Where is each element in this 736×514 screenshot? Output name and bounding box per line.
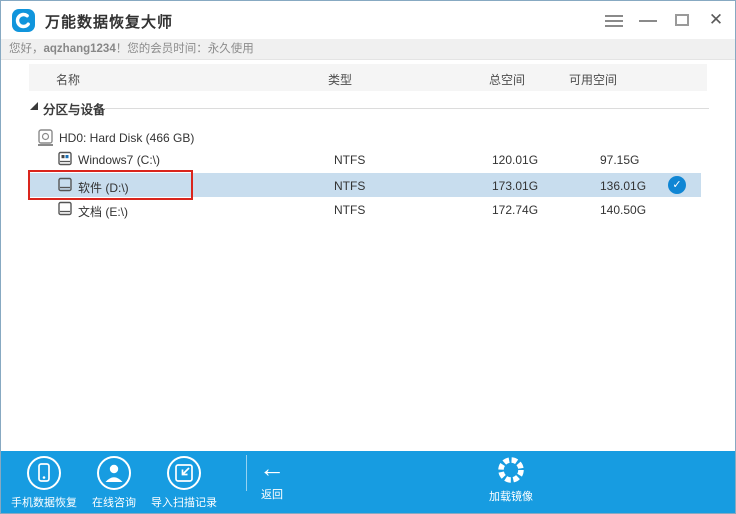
partition-row-c[interactable]: Windows7 (C:\) NTFS 120.01G 97.15G bbox=[29, 147, 701, 171]
close-icon[interactable]: ✕ bbox=[699, 1, 733, 39]
back-arrow-icon: ← bbox=[243, 453, 301, 483]
action-label: 在线咨询 bbox=[76, 494, 152, 510]
group-divider bbox=[103, 108, 709, 109]
username: aqzhang1234 bbox=[44, 43, 116, 55]
partition-row-d-selected[interactable]: 软件 (D:\) NTFS 173.01G 136.01G ✓ bbox=[29, 173, 701, 197]
maximize-icon[interactable] bbox=[665, 1, 699, 39]
title-bar: 万能数据恢复大师 ✕ bbox=[1, 1, 735, 39]
partition-type: NTFS bbox=[334, 179, 365, 193]
drive-icon bbox=[57, 201, 73, 222]
partition-free: 140.50G bbox=[600, 203, 646, 217]
col-header-free: 可用空间 bbox=[569, 71, 617, 88]
import-scan-record-button[interactable]: 导入扫描记录 bbox=[146, 456, 222, 510]
online-support-button[interactable]: 在线咨询 bbox=[76, 456, 152, 510]
minimize-icon[interactable] bbox=[631, 1, 665, 39]
system-drive-icon bbox=[57, 151, 73, 172]
partition-name: 文档 (E:\) bbox=[78, 203, 128, 220]
partition-free: 97.15G bbox=[600, 153, 639, 167]
tree-expand-icon[interactable] bbox=[30, 102, 38, 110]
phone-recovery-button[interactable]: 手机数据恢复 bbox=[6, 456, 82, 510]
app-window: 万能数据恢复大师 ✕ 您好，aqzhang1234！您的会员时间：永久使用 名称… bbox=[0, 0, 736, 514]
partition-total: 120.01G bbox=[492, 153, 538, 167]
greeting-prefix: 您好， bbox=[9, 43, 44, 55]
phone-icon bbox=[27, 456, 61, 490]
partition-name: Windows7 (C:\) bbox=[78, 153, 160, 167]
load-image-label: 加载镜像 bbox=[473, 488, 549, 504]
load-image-icon bbox=[473, 455, 549, 485]
partition-total: 173.01G bbox=[492, 179, 538, 193]
selected-check-icon[interactable]: ✓ bbox=[668, 176, 686, 194]
person-icon bbox=[97, 456, 131, 490]
table-header: 名称 类型 总空间 可用空间 bbox=[29, 64, 707, 91]
action-label: 导入扫描记录 bbox=[146, 494, 222, 510]
window-title: 万能数据恢复大师 bbox=[45, 11, 173, 32]
import-icon bbox=[167, 456, 201, 490]
footer-toolbar: 手机数据恢复 在线咨询 导入扫描记录 ← bbox=[1, 451, 735, 514]
partition-type: NTFS bbox=[334, 203, 365, 217]
drive-icon bbox=[57, 177, 73, 198]
partition-name: 软件 (D:\) bbox=[78, 179, 129, 196]
load-image-button[interactable]: 加载镜像 bbox=[473, 455, 549, 504]
greeting-suffix: ！您的会员时间：永久使用 bbox=[116, 43, 254, 55]
col-header-total: 总空间 bbox=[489, 71, 525, 88]
device-label: HD0: Hard Disk (466 GB) bbox=[59, 131, 194, 145]
app-logo-icon bbox=[12, 9, 35, 32]
col-header-type: 类型 bbox=[328, 71, 352, 88]
back-button[interactable]: ← 返回 bbox=[243, 453, 301, 502]
partition-total: 172.74G bbox=[492, 203, 538, 217]
action-label: 手机数据恢复 bbox=[6, 494, 82, 510]
tree-group-partitions[interactable]: 分区与设备 bbox=[29, 99, 709, 115]
partition-type: NTFS bbox=[334, 153, 365, 167]
member-status-bar: 您好，aqzhang1234！您的会员时间：永久使用 bbox=[1, 39, 735, 60]
col-header-name: 名称 bbox=[56, 71, 80, 88]
back-label: 返回 bbox=[243, 486, 301, 502]
menu-icon[interactable] bbox=[597, 1, 631, 39]
partition-free: 136.01G bbox=[600, 179, 646, 193]
tree-group-label: 分区与设备 bbox=[43, 99, 106, 118]
partition-row-e[interactable]: 文档 (E:\) NTFS 172.74G 140.50G bbox=[29, 197, 701, 221]
